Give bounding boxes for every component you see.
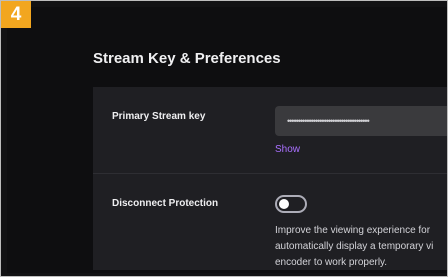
settings-card: Primary Stream key •••••••••••••••••••••… xyxy=(93,87,447,270)
description-line: automatically display a temporary vi xyxy=(275,241,434,252)
description-line: Improve the viewing experience for xyxy=(275,225,431,236)
description-line: encoder to work properly. xyxy=(275,257,388,268)
row-divider xyxy=(93,173,447,174)
settings-page: Stream Key & Preferences Primary Stream … xyxy=(7,7,447,273)
disconnect-protection-description: Improve the viewing experience for autom… xyxy=(275,223,447,271)
disconnect-protection-toggle[interactable] xyxy=(275,195,307,213)
stream-key-field[interactable]: •••••••••••••••••••••••••••••••••••••• xyxy=(275,106,447,136)
step-number-badge: 4 xyxy=(1,1,31,28)
screenshot-frame: Stream Key & Preferences Primary Stream … xyxy=(0,0,448,277)
primary-stream-key-label: Primary Stream key xyxy=(112,111,206,122)
toggle-knob xyxy=(279,199,289,209)
disconnect-protection-label: Disconnect Protection xyxy=(112,198,219,209)
page-title: Stream Key & Preferences xyxy=(93,50,281,67)
show-key-link[interactable]: Show xyxy=(275,144,300,155)
